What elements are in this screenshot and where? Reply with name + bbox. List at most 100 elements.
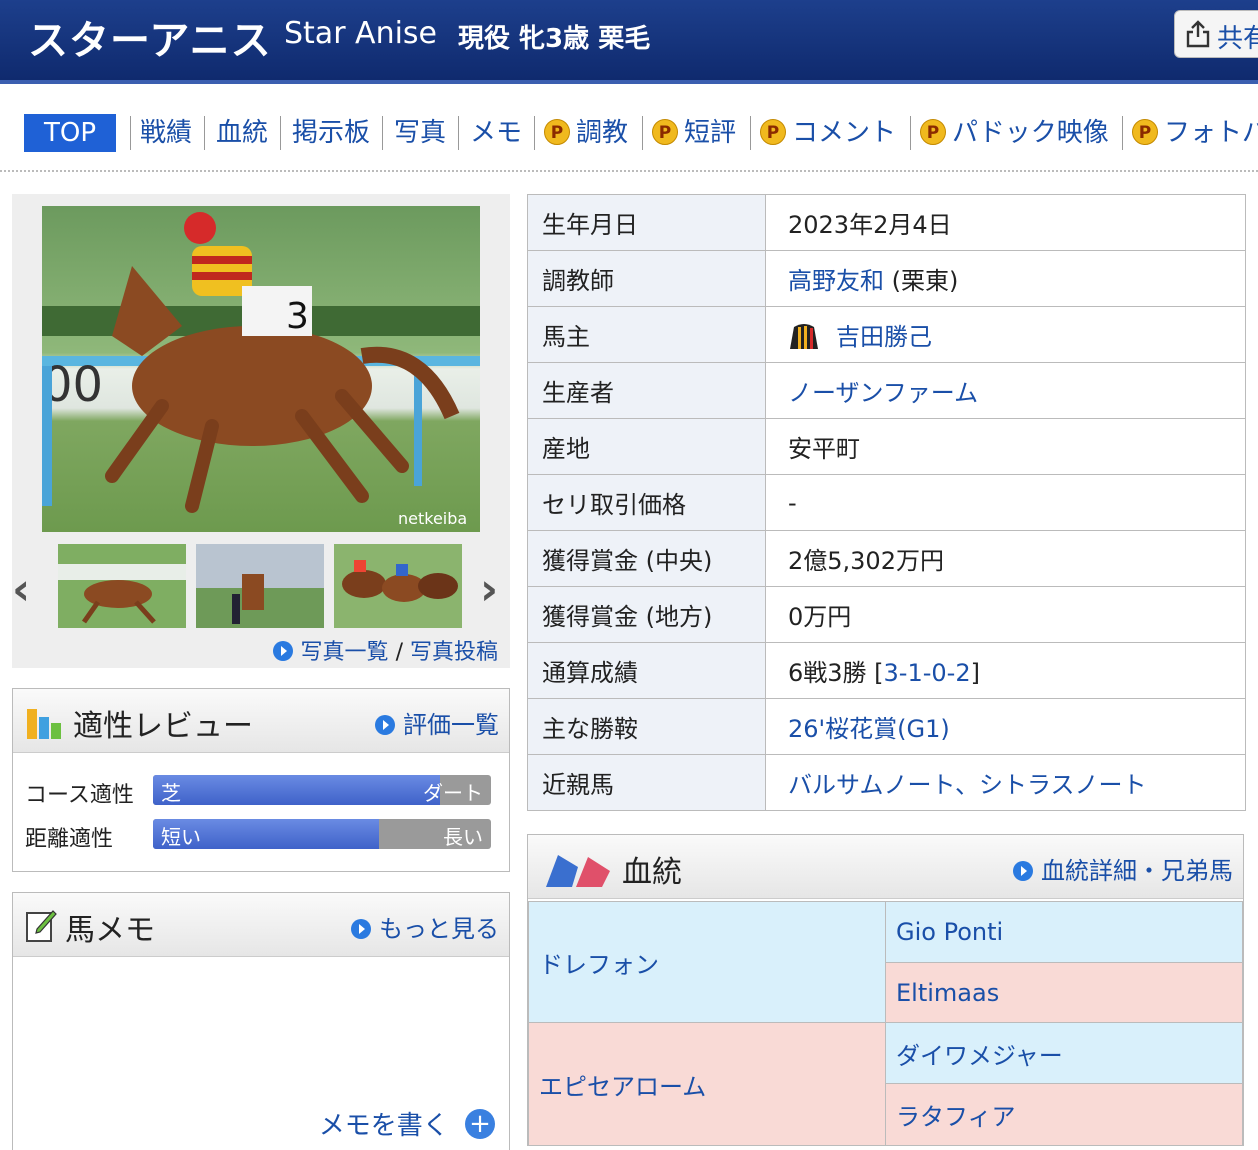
profile-link[interactable]: 高野友和 [788,267,884,295]
profile-row: 産地 安平町 [527,418,1246,475]
profile-table: 生年月日 2023年2月4日 調教師 高野友和 (栗東) 馬主 吉田勝己生産者 ノーザンファ… [527,194,1246,811]
divider [0,170,1258,172]
profile-link[interactable]: 3-1-0-2 [884,659,971,687]
pedigree-dam-dam[interactable]: ラタフィア [885,1083,1243,1146]
horse-nav: TOP 戦績 血統 掲示板 写真 メモ P 調教 P 短評 P コメント P パドック映… [0,110,1258,154]
tab-paddock-video[interactable]: P パドック映像 [920,114,1109,152]
arrow-circle-icon [1013,861,1033,881]
tab-photo[interactable]: 写真 [394,114,446,152]
profile-value: 2億5,302万円 [765,530,1246,587]
tab-pedigree[interactable]: 血統 [216,114,268,152]
premium-icon: P [652,119,678,145]
profile-row: 近親馬 バルサムノート、シトラスノート [527,754,1246,811]
panel-title: 適性レビュー [73,709,253,744]
photo-post-link[interactable]: 写真投稿 [410,640,498,665]
photo-links: 写真一覧 / 写真投稿 [272,634,498,666]
tab-photo-pack[interactable]: P フォトパ [1132,114,1258,152]
arrow-circle-icon [351,919,371,939]
memo-more-link[interactable]: もっと見る [351,909,499,944]
profile-row: 生年月日 2023年2月4日 [527,194,1246,251]
course-aptitude-label: コース適性 [25,783,134,808]
profile-row: セリ取引価格 - [527,474,1246,531]
panel-title: 血統 [622,855,682,890]
profile-value: 安平町 [765,418,1246,475]
pedigree-detail-link[interactable]: 血統詳細・兄弟馬 [1013,851,1233,886]
tab-comment[interactable]: P コメント [760,114,896,152]
tab-short-review[interactable]: P 短評 [652,114,736,152]
profile-key: 獲得賞金 (地方) [527,586,766,643]
profile-link[interactable]: バルサムノート、シトラスノート [788,771,1147,799]
nav-separator [204,116,205,150]
pedigree-sire-sire[interactable]: Gio Ponti [885,901,1243,963]
profile-key: セリ取引価格 [527,474,766,531]
horse-name: スターアニス [28,18,272,64]
profile-row: 馬主 吉田勝己 [527,306,1246,363]
arrow-circle-icon [375,715,395,735]
horse-status: 現役 牝3歳 栗毛 [458,24,651,54]
profile-value: バルサムノート、シトラスノート [765,754,1246,811]
profile-row: 獲得賞金 (中央) 2億5,302万円 [527,530,1246,587]
share-label: 共有 [1217,24,1258,54]
pedigree-dam[interactable]: エピセアローム [528,1022,886,1146]
profile-key: 馬主 [527,306,766,363]
share-button[interactable]: 共有 [1174,10,1258,58]
profile-row: 調教師 高野友和 (栗東) [527,250,1246,307]
next-photo-button[interactable]: › [480,564,498,615]
profile-link[interactable]: ノーザンファーム [788,379,978,407]
nav-separator [910,116,911,150]
nav-separator [750,116,751,150]
photo-thumbnail[interactable] [196,544,324,628]
bar-chart-icon [27,709,61,739]
profile-value: 0万円 [765,586,1246,643]
prev-photo-button[interactable]: ‹ [12,564,30,615]
photo-thumbnail[interactable] [334,544,462,628]
nav-separator [1122,116,1123,150]
profile-row: 通算成績 6戦3勝 [3-1-0-2] [527,642,1246,699]
review-list-link[interactable]: 評価一覧 [375,705,499,740]
profile-key: 生年月日 [527,194,766,251]
photo-thumbnail[interactable] [58,544,186,628]
profile-key: 近親馬 [527,754,766,811]
premium-icon: P [1132,119,1158,145]
write-memo-button[interactable]: メモを書く + [319,1105,495,1142]
tab-memo[interactable]: メモ [470,114,522,152]
photo-list-link[interactable]: 写真一覧 [301,640,389,665]
pedigree-sire-dam[interactable]: Eltimaas [885,962,1243,1023]
profile-value: 26'桜花賞(G1) [765,698,1246,755]
premium-icon: P [920,119,946,145]
tab-bbs[interactable]: 掲示板 [292,114,370,152]
pedigree-panel: 血統 血統詳細・兄弟馬 ドレフォン Gio Ponti Eltimaas エピセ… [527,834,1244,1146]
bar-fill [153,775,441,805]
photo-gallery: 00 3 netkeiba ‹ › 写真一覧 / 写真投稿 [12,194,510,668]
distance-aptitude-bar: 短い 長い [153,819,491,849]
tab-results[interactable]: 戦績 [140,114,192,152]
aptitude-review-panel: 適性レビュー 評価一覧 コース適性 芝 ダート 距離適性 短い 長い [12,688,510,872]
photo-watermark: netkeiba [398,509,467,528]
profile-key: 生産者 [527,362,766,419]
profile-key: 獲得賞金 (中央) [527,530,766,587]
panel-title: 馬メモ [65,913,155,948]
profile-key: 主な勝鞍 [527,698,766,755]
profile-value: 6戦3勝 [3-1-0-2] [765,642,1246,699]
main-photo[interactable]: 00 3 netkeiba [42,206,480,532]
profile-value: 2023年2月4日 [765,194,1246,251]
panel-header: 血統 血統詳細・兄弟馬 [528,835,1243,899]
profile-row: 主な勝鞍 26'桜花賞(G1) [527,698,1246,755]
profile-value: ノーザンファーム [765,362,1246,419]
pedigree-dam-sire[interactable]: ダイワメジャー [885,1022,1243,1084]
profile-value: 吉田勝己 [765,306,1246,363]
profile-row: 獲得賞金 (地方) 0万円 [527,586,1246,643]
tab-training[interactable]: P 調教 [544,114,628,152]
profile-link[interactable]: 吉田勝己 [836,323,932,351]
profile-row: 生産者 ノーザンファーム [527,362,1246,419]
panel-header: 馬メモ もっと見る [13,893,509,957]
tab-top[interactable]: TOP [24,114,116,152]
profile-link[interactable]: 26'桜花賞(G1) [788,715,950,743]
profile-value: - [765,474,1246,531]
nav-separator [458,116,459,150]
profile-key: 調教師 [527,250,766,307]
pedigree-sire[interactable]: ドレフォン [528,901,886,1023]
nav-separator [534,116,535,150]
course-aptitude-bar: 芝 ダート [153,775,491,805]
share-icon [1186,20,1210,48]
